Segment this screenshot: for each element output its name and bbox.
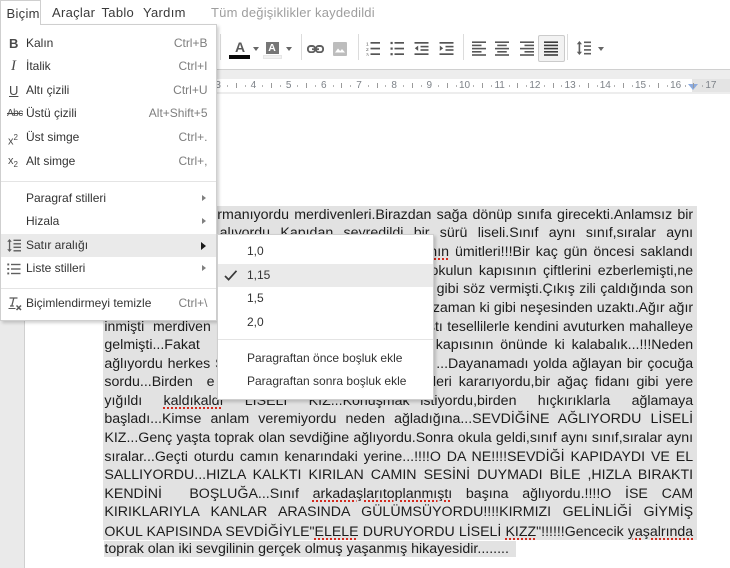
svg-text:3: 3	[366, 52, 369, 56]
svg-text:1: 1	[366, 41, 369, 47]
svg-text:2: 2	[366, 47, 369, 53]
